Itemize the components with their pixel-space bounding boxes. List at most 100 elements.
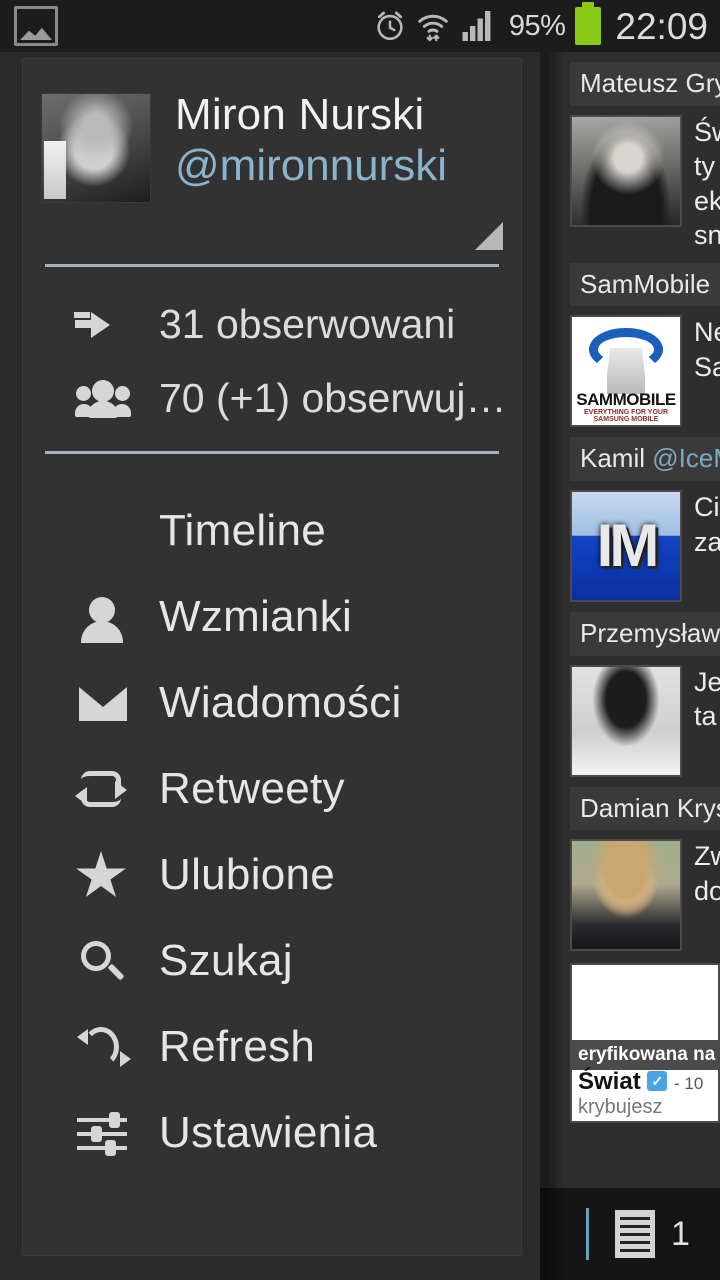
status-bar: 95% 22:09	[0, 0, 720, 52]
divider-bottom	[45, 451, 499, 454]
bottom-tab-bar[interactable]: 1	[540, 1188, 720, 1280]
list-item[interactable]: Damian Krys Zw do	[540, 786, 720, 952]
cell-signal-icon	[462, 11, 491, 41]
tab-count-badge: 1	[671, 1214, 690, 1253]
profile-stats: 31 obserwowani 70 (+1) obserwuj…	[23, 287, 521, 435]
avatar[interactable]	[570, 114, 682, 227]
tweet-author-name: Przemysław	[580, 617, 720, 648]
avatar-highlight	[44, 141, 66, 199]
status-bar-right: 95% 22:09	[373, 2, 720, 47]
page-title: Miron Nurski	[175, 90, 425, 139]
stat-following[interactable]: 31 obserwowani	[23, 287, 521, 361]
star-icon	[75, 851, 131, 899]
link-preview-image	[578, 977, 712, 1025]
tweet-text: Ci za	[694, 491, 720, 557]
phone-screen: 95% 22:09 Mateusz Gry Św ty ek sn SamMob…	[0, 0, 720, 1280]
status-bar-clock: 22:09	[615, 5, 708, 47]
tweet-author: Damian Krys	[570, 786, 720, 831]
tweet-author-name: Kamil	[580, 443, 646, 474]
refresh-icon	[75, 1023, 131, 1071]
divider-top	[45, 264, 499, 267]
sidebar-item-label: Wiadomości	[159, 678, 402, 727]
tweet-text: Ne Sa	[694, 317, 720, 382]
wifi-icon	[418, 14, 448, 42]
profile-card[interactable]: Miron Nurski @mironnurski	[41, 90, 503, 203]
tweet-text: Św ty ek sn	[694, 116, 720, 251]
im-logo-text: IM	[596, 512, 660, 580]
tweet-author: Mateusz Gry	[570, 62, 720, 106]
tweet-author: Przemysław	[570, 611, 720, 656]
stat-following-label: 31 obserwowani	[159, 300, 456, 347]
search-icon	[75, 937, 131, 985]
person-icon	[75, 593, 131, 643]
sammobile-tagline: EVERYTHING FOR YOUR SAMSUNG MOBILE	[583, 409, 668, 424]
profile-names: Miron Nurski @mironnurski	[175, 90, 448, 190]
tweet-text: Je ta	[694, 666, 720, 732]
timeline-panel[interactable]: Mateusz Gry Św ty ek sn SamMobile SAMMOB…	[540, 52, 720, 1280]
sidebar-item-ustawienia[interactable]: Ustawienia	[23, 1090, 521, 1176]
link-preview-title-row: Świat ✓ - 10	[578, 1068, 703, 1096]
status-bar-left	[0, 6, 58, 46]
avatar[interactable]	[570, 839, 682, 952]
list-item[interactable]: Kamil @IceM IM Ci za	[540, 437, 720, 602]
settings-sliders-icon	[75, 1109, 131, 1157]
sidebar-item-label: Ulubione	[159, 850, 336, 899]
tweet-author-handle: @IceM	[652, 443, 720, 474]
tweet-body: Św ty ek sn	[570, 114, 720, 253]
corner-fold-icon[interactable]	[475, 222, 503, 250]
link-preview-title: Świat	[578, 1068, 641, 1096]
sidebar-item-label: Szukaj	[159, 936, 293, 985]
avatar[interactable]	[41, 93, 151, 203]
tweet-author-name: SamMobile	[580, 268, 711, 299]
link-preview-date: - 10	[674, 1074, 704, 1094]
gallery-image-icon	[14, 6, 58, 46]
sidebar-item-timeline[interactable]: Timeline	[23, 488, 521, 574]
link-preview-overlay: eryfikowana na	[572, 1040, 718, 1071]
tweet-author: SamMobile	[570, 262, 720, 307]
verified-badge-icon: ✓	[647, 1071, 668, 1092]
stat-followers-label: 70 (+1) obserwuj…	[159, 374, 507, 421]
profile-handle: @mironnurski	[175, 140, 448, 190]
drawer-menu: Timeline Wzmianki Wiadomości Retweety Ul…	[23, 488, 521, 1176]
list-item[interactable]: SamMobile SAMMOBILE EVERYTHING FOR YOUR …	[540, 262, 720, 428]
battery-percent-label: 95%	[508, 9, 566, 42]
tweet-body: Zw do	[570, 839, 720, 952]
sidebar-item-ulubione[interactable]: Ulubione	[23, 832, 521, 918]
tweet-body: IM Ci za	[570, 489, 720, 602]
navigation-drawer[interactable]: Miron Nurski @mironnurski 31 obserwowani	[0, 52, 540, 1280]
tweet-body: Je ta	[570, 664, 720, 777]
retweet-icon	[75, 765, 131, 813]
sidebar-item-label: Timeline	[159, 506, 327, 555]
avatar[interactable]: IM	[570, 489, 682, 602]
followers-group-icon	[75, 374, 131, 422]
following-arrow-icon	[75, 300, 131, 348]
sidebar-item-retweety[interactable]: Retweety	[23, 746, 521, 832]
sidebar-item-label: Ustawienia	[159, 1108, 378, 1157]
alarm-clock-icon	[377, 11, 403, 41]
sidebar-item-wzmianki[interactable]: Wzmianki	[23, 574, 521, 660]
tweet-text: Zw do	[694, 841, 720, 906]
link-preview-card[interactable]: eryfikowana na Świat ✓ - 10 krybujesz	[570, 963, 720, 1124]
sidebar-item-label: Retweety	[159, 764, 345, 813]
sidebar-item-szukaj[interactable]: Szukaj	[23, 918, 521, 1004]
link-preview-footer: krybujesz	[578, 1096, 663, 1119]
avatar[interactable]: SAMMOBILE EVERYTHING FOR YOUR SAMSUNG MO…	[570, 315, 682, 428]
timeline-list-icon	[75, 507, 131, 555]
sidebar-item-label: Refresh	[159, 1022, 316, 1071]
tweet-author: Kamil @IceM	[570, 437, 720, 481]
battery-full-icon	[575, 2, 602, 45]
avatar[interactable]	[570, 664, 682, 777]
drawer-inner-panel: Miron Nurski @mironnurski 31 obserwowani	[22, 58, 522, 1256]
active-tab-indicator	[586, 1208, 589, 1260]
stat-followers[interactable]: 70 (+1) obserwuj…	[23, 361, 521, 435]
sidebar-item-refresh[interactable]: Refresh	[23, 1004, 521, 1090]
list-item[interactable]: Przemysław Je ta	[540, 611, 720, 777]
sammobile-logo-text: SAMMOBILE	[576, 390, 676, 410]
sidebar-item-wiadomosci[interactable]: Wiadomości	[23, 660, 521, 746]
list-item[interactable]: Mateusz Gry Św ty ek sn	[540, 62, 720, 253]
sidebar-item-label: Wzmianki	[159, 592, 353, 641]
tweet-author-name: Damian Krys	[580, 792, 720, 823]
timeline-list-icon[interactable]	[615, 1210, 655, 1258]
tweet-body: SAMMOBILE EVERYTHING FOR YOUR SAMSUNG MO…	[570, 315, 720, 428]
profile-header[interactable]: Miron Nurski @mironnurski	[41, 90, 503, 250]
